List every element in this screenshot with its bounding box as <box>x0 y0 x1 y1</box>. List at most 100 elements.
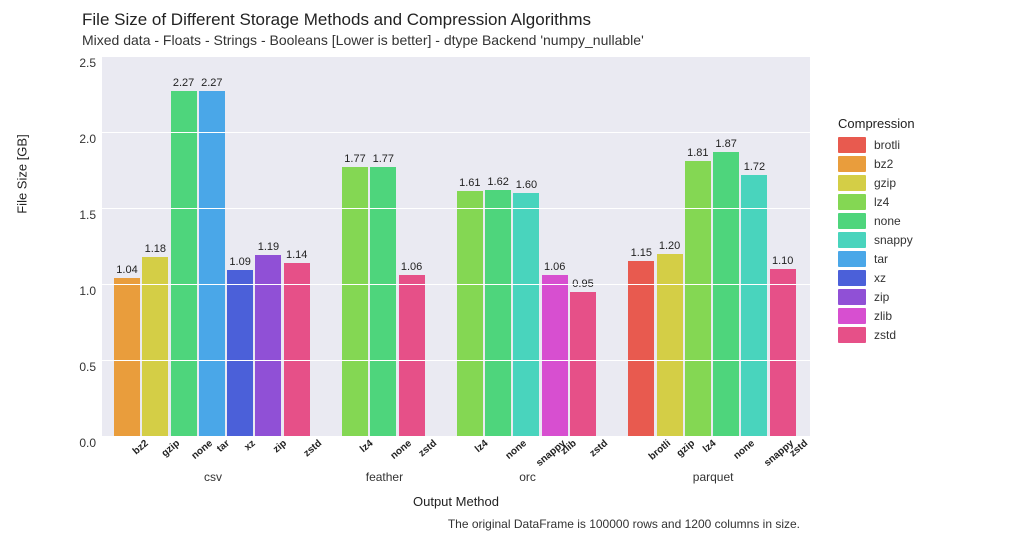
legend-swatch <box>838 156 866 172</box>
y-axis-label: File Size [GB] <box>15 134 30 213</box>
bar-parquet-snappy: 1.72 <box>741 175 767 436</box>
bar-orc-zlib: 1.06 <box>542 275 568 436</box>
bar-csv-xz: 1.09 <box>227 270 253 436</box>
legend-swatch <box>838 308 866 324</box>
y-gridline <box>102 360 810 361</box>
legend-item-zlib: zlib <box>838 308 915 324</box>
x-axis-label: Output Method <box>102 494 810 509</box>
bar-value-label: 1.20 <box>659 240 680 252</box>
bar-orc-zstd: 0.95 <box>570 292 596 436</box>
y-gridline <box>102 208 810 209</box>
legend-item-none: none <box>838 213 915 229</box>
legend-label: tar <box>874 252 888 266</box>
legend-item-zip: zip <box>838 289 915 305</box>
bar-value-label: 1.61 <box>459 177 480 189</box>
bar-orc-snappy: 1.60 <box>513 193 539 436</box>
y-gridline <box>102 132 810 133</box>
bar-value-label: 1.87 <box>715 138 736 150</box>
legend-swatch <box>838 232 866 248</box>
y-gridline <box>102 284 810 285</box>
x-sub-label: zstd <box>588 438 610 459</box>
bar-value-label: 1.72 <box>744 161 765 173</box>
bar-parquet-zstd: 1.10 <box>770 269 796 436</box>
legend-swatch <box>838 137 866 153</box>
bars-layer: 1.041.182.272.271.091.191.141.771.771.06… <box>102 56 810 436</box>
bar-csv-tar: 2.27 <box>199 91 225 436</box>
x-sub-label: xz <box>243 438 258 453</box>
y-gridline <box>102 56 810 57</box>
bar-value-label: 1.77 <box>373 153 394 165</box>
y-tick-label: 0.5 <box>56 360 96 374</box>
legend-item-brotli: brotli <box>838 137 915 153</box>
x-sub-label: none <box>504 438 529 462</box>
x-group-labels: csv feather orc parquet <box>102 470 810 488</box>
legend-label: zlib <box>874 309 892 323</box>
bar-value-label: 1.18 <box>145 243 166 255</box>
legend-item-snappy: snappy <box>838 232 915 248</box>
bar-value-label: 1.81 <box>687 147 708 159</box>
legend-swatch <box>838 175 866 191</box>
bar-csv-zip: 1.19 <box>255 255 281 436</box>
bar-value-label: 1.77 <box>344 153 365 165</box>
x-sub-label: none <box>732 438 757 462</box>
legend-swatch <box>838 194 866 210</box>
x-group-label: parquet <box>693 470 734 484</box>
legend-item-tar: tar <box>838 251 915 267</box>
chart-title: File Size of Different Storage Methods a… <box>82 10 1000 30</box>
legend-label: brotli <box>874 138 900 152</box>
x-sub-label: zstd <box>301 438 323 459</box>
footnote: The original DataFrame is 100000 rows an… <box>40 517 810 531</box>
legend-swatch <box>838 289 866 305</box>
legend-label: zstd <box>874 328 896 342</box>
legend-label: none <box>874 214 901 228</box>
y-tick-label: 1.0 <box>56 284 96 298</box>
legend-label: lz4 <box>874 195 889 209</box>
bar-value-label: 2.27 <box>173 77 194 89</box>
y-tick-label: 2.0 <box>56 132 96 146</box>
legend-item-xz: xz <box>838 270 915 286</box>
x-group-label: feather <box>366 470 403 484</box>
legend-title: Compression <box>838 116 915 131</box>
legend-label: bz2 <box>874 157 893 171</box>
legend-label: gzip <box>874 176 896 190</box>
x-sub-label: zip <box>272 438 290 455</box>
x-sub-labels: bz2gzipnonetarxzzipzstdlz4nonezstdlz4non… <box>102 436 810 470</box>
bar-value-label: 1.06 <box>544 261 565 273</box>
bar-value-label: 1.62 <box>487 176 508 188</box>
x-sub-label: bz2 <box>131 438 151 457</box>
bar-value-label: 1.10 <box>772 255 793 267</box>
bar-value-label: 1.15 <box>631 247 652 259</box>
bar-parquet-gzip: 1.20 <box>657 254 683 436</box>
x-sub-label: zstd <box>416 438 438 459</box>
bar-value-label: 2.27 <box>201 77 222 89</box>
bar-value-label: 1.19 <box>258 241 279 253</box>
x-sub-label: tar <box>215 438 232 455</box>
chart: File Size of Different Storage Methods a… <box>40 10 1000 550</box>
bar-csv-zstd: 1.14 <box>284 263 310 436</box>
y-tick-label: 1.5 <box>56 208 96 222</box>
bar-value-label: 1.04 <box>116 264 137 276</box>
bar-orc-none: 1.62 <box>485 190 511 436</box>
y-tick-label: 2.5 <box>56 56 96 70</box>
legend-swatch <box>838 270 866 286</box>
x-sub-label: lz4 <box>358 438 375 455</box>
plot-region: File Size [GB] 0.00.51.01.52.02.5 1.041.… <box>40 56 810 531</box>
bar-orc-lz4: 1.61 <box>457 191 483 436</box>
x-sub-label: gzip <box>674 438 696 459</box>
legend-items: brotli bz2 gzip lz4 none snappy tar xz zip zlib zs… <box>838 137 915 343</box>
legend-label: snappy <box>874 233 913 247</box>
legend: Compression brotli bz2 gzip lz4 none snappy ta… <box>838 116 915 346</box>
chart-subtitle: Mixed data - Floats - Strings - Booleans… <box>82 32 1000 48</box>
bar-parquet-none: 1.87 <box>713 152 739 436</box>
x-group-label: csv <box>204 470 222 484</box>
x-sub-label: lz4 <box>473 438 490 455</box>
x-group-label: orc <box>519 470 536 484</box>
bar-value-label: 1.06 <box>401 261 422 273</box>
legend-item-gzip: gzip <box>838 175 915 191</box>
legend-label: xz <box>874 271 886 285</box>
plot-area: 1.041.182.272.271.091.191.141.771.771.06… <box>102 56 810 436</box>
legend-item-lz4: lz4 <box>838 194 915 210</box>
x-sub-label: none <box>189 438 214 462</box>
y-tick-label: 0.0 <box>56 436 96 450</box>
bar-csv-bz2: 1.04 <box>114 278 140 436</box>
